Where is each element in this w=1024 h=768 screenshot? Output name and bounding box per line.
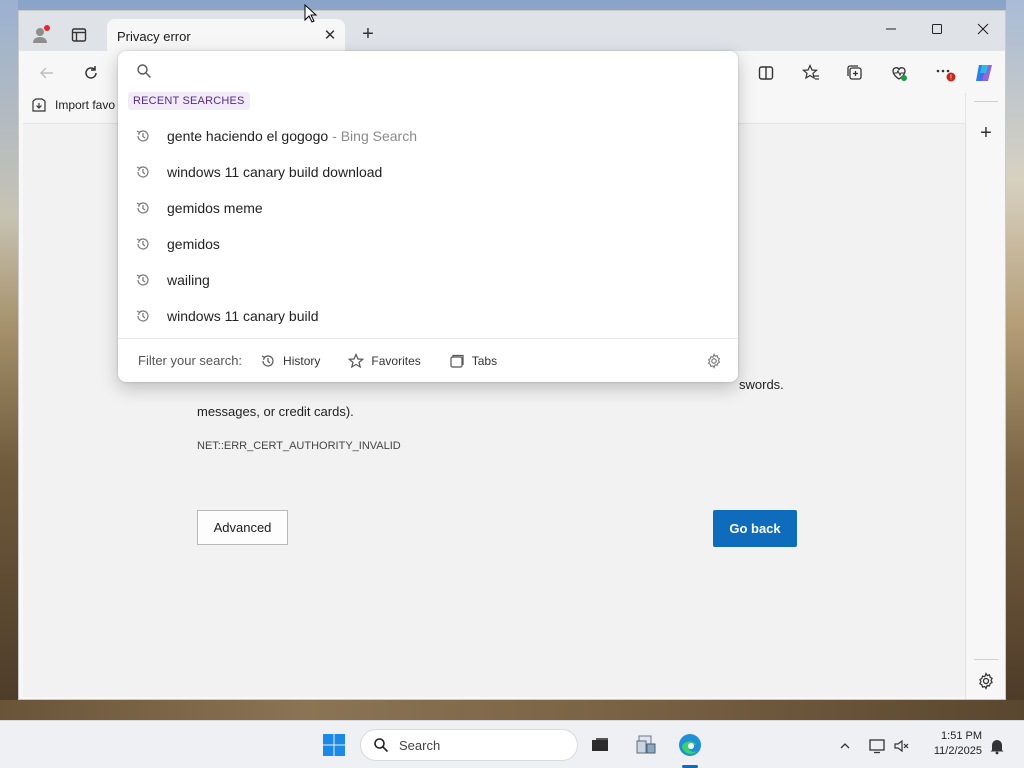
title-bar: Privacy error ✕ + [19, 11, 1005, 53]
svg-text:!: ! [950, 75, 952, 82]
history-icon [134, 271, 152, 289]
back-icon[interactable] [33, 59, 61, 87]
recent-searches-list: gente haciendo el gogogo - Bing Search w… [118, 118, 738, 334]
maximize-icon[interactable] [917, 15, 957, 43]
more-icon[interactable]: ! [931, 59, 959, 87]
import-favorites-item[interactable]: Import favo [31, 97, 115, 113]
search-icon [374, 738, 389, 753]
advanced-button[interactable]: Advanced [197, 510, 288, 545]
list-item[interactable]: windows 11 canary build [118, 298, 738, 334]
recent-search-text: gemidos meme [167, 200, 263, 216]
copilot-icon[interactable] [971, 59, 999, 87]
address-bar-input[interactable] [164, 57, 724, 83]
history-icon [134, 199, 152, 217]
history-icon [261, 354, 274, 367]
list-item[interactable]: windows 11 canary build download [118, 154, 738, 190]
favorites-icon[interactable] [797, 59, 825, 87]
star-icon [348, 352, 365, 368]
workspaces-icon[interactable] [67, 23, 91, 47]
profile-icon[interactable] [29, 23, 53, 47]
list-item[interactable]: gemidos [118, 226, 738, 262]
import-icon [32, 98, 46, 112]
sidebar-add-icon[interactable]: + [974, 121, 998, 145]
filter-tabs[interactable]: Tabs [449, 353, 497, 369]
error-text-line: messages, or credit cards). [197, 404, 354, 419]
search-filter-bar: Filter your search: History Favorites Ta… [118, 338, 738, 382]
history-icon [134, 235, 152, 253]
history-icon [134, 163, 152, 181]
split-screen-icon[interactable] [752, 59, 780, 87]
recent-search-text: gente haciendo el gogogo [167, 128, 329, 144]
filter-favorites-label: Favorites [371, 353, 421, 368]
error-code: NET::ERR_CERT_AUTHORITY_INVALID [197, 440, 401, 452]
volume-muted-icon[interactable] [890, 735, 912, 757]
error-text-fragment: swords. [739, 377, 784, 392]
collections-icon[interactable] [841, 59, 869, 87]
filter-tabs-label: Tabs [471, 353, 498, 368]
chevron-up-icon[interactable] [834, 735, 856, 757]
edge-sidebar: + [965, 93, 1005, 699]
list-item[interactable]: wailing [118, 262, 738, 298]
history-icon [134, 307, 152, 325]
taskbar-clock[interactable]: 1:51 PM 11/2/2025 [920, 729, 982, 759]
close-icon[interactable]: ✕ [321, 27, 339, 45]
sidebar-divider [974, 101, 998, 102]
recent-search-text: gemidos [167, 236, 220, 252]
network-icon[interactable] [866, 735, 888, 757]
file-explorer-icon[interactable] [630, 729, 662, 761]
address-bar-dropdown: RECENT SEARCHES gente haciendo el gogogo… [118, 51, 738, 382]
taskbar: Search 1:51 PM 11/2/2025 [0, 720, 1024, 768]
task-view-icon[interactable] [584, 729, 616, 761]
browser-essentials-icon[interactable] [885, 59, 913, 87]
sidebar-divider [974, 659, 998, 660]
desktop-wallpaper-left [0, 0, 18, 720]
desktop-wallpaper-right [1006, 0, 1024, 720]
recent-search-text: windows 11 canary build [167, 308, 319, 324]
notification-icon[interactable] [986, 735, 1008, 757]
clock-date: 11/2/2025 [933, 745, 982, 757]
list-item[interactable]: gente haciendo el gogogo - Bing Search [118, 118, 738, 154]
list-item[interactable]: gemidos meme [118, 190, 738, 226]
tabs-icon [450, 354, 464, 368]
recent-search-text: wailing [167, 272, 210, 288]
refresh-icon[interactable] [77, 59, 105, 87]
taskbar-search-label: Search [399, 737, 441, 753]
recent-search-suffix: - Bing Search [332, 128, 417, 144]
recent-search-text: windows 11 canary build download [167, 164, 383, 180]
window-close-icon[interactable] [963, 15, 1003, 43]
mouse-cursor-icon [304, 3, 318, 27]
gear-icon[interactable] [704, 351, 724, 371]
taskbar-search-box[interactable]: Search [360, 729, 578, 761]
sidebar-gear-icon[interactable] [974, 669, 998, 693]
new-tab-icon[interactable]: + [357, 23, 379, 45]
filter-label: Filter your search: [138, 353, 243, 368]
recent-searches-label: RECENT SEARCHES [128, 92, 250, 110]
import-favorites-label: Import favo [55, 98, 116, 112]
filter-history[interactable]: History [260, 353, 320, 369]
minimize-icon[interactable] [871, 15, 911, 43]
search-icon [134, 61, 154, 81]
go-back-button[interactable]: Go back [713, 510, 797, 547]
tab-title: Privacy error [117, 28, 191, 44]
filter-favorites[interactable]: Favorites [348, 352, 421, 369]
clock-time: 1:51 PM [941, 730, 982, 742]
desktop-wallpaper-bottom [0, 700, 1024, 720]
history-icon [134, 127, 152, 145]
windows-start-icon[interactable] [318, 729, 350, 761]
edge-icon[interactable] [674, 729, 706, 761]
filter-history-label: History [283, 353, 321, 368]
